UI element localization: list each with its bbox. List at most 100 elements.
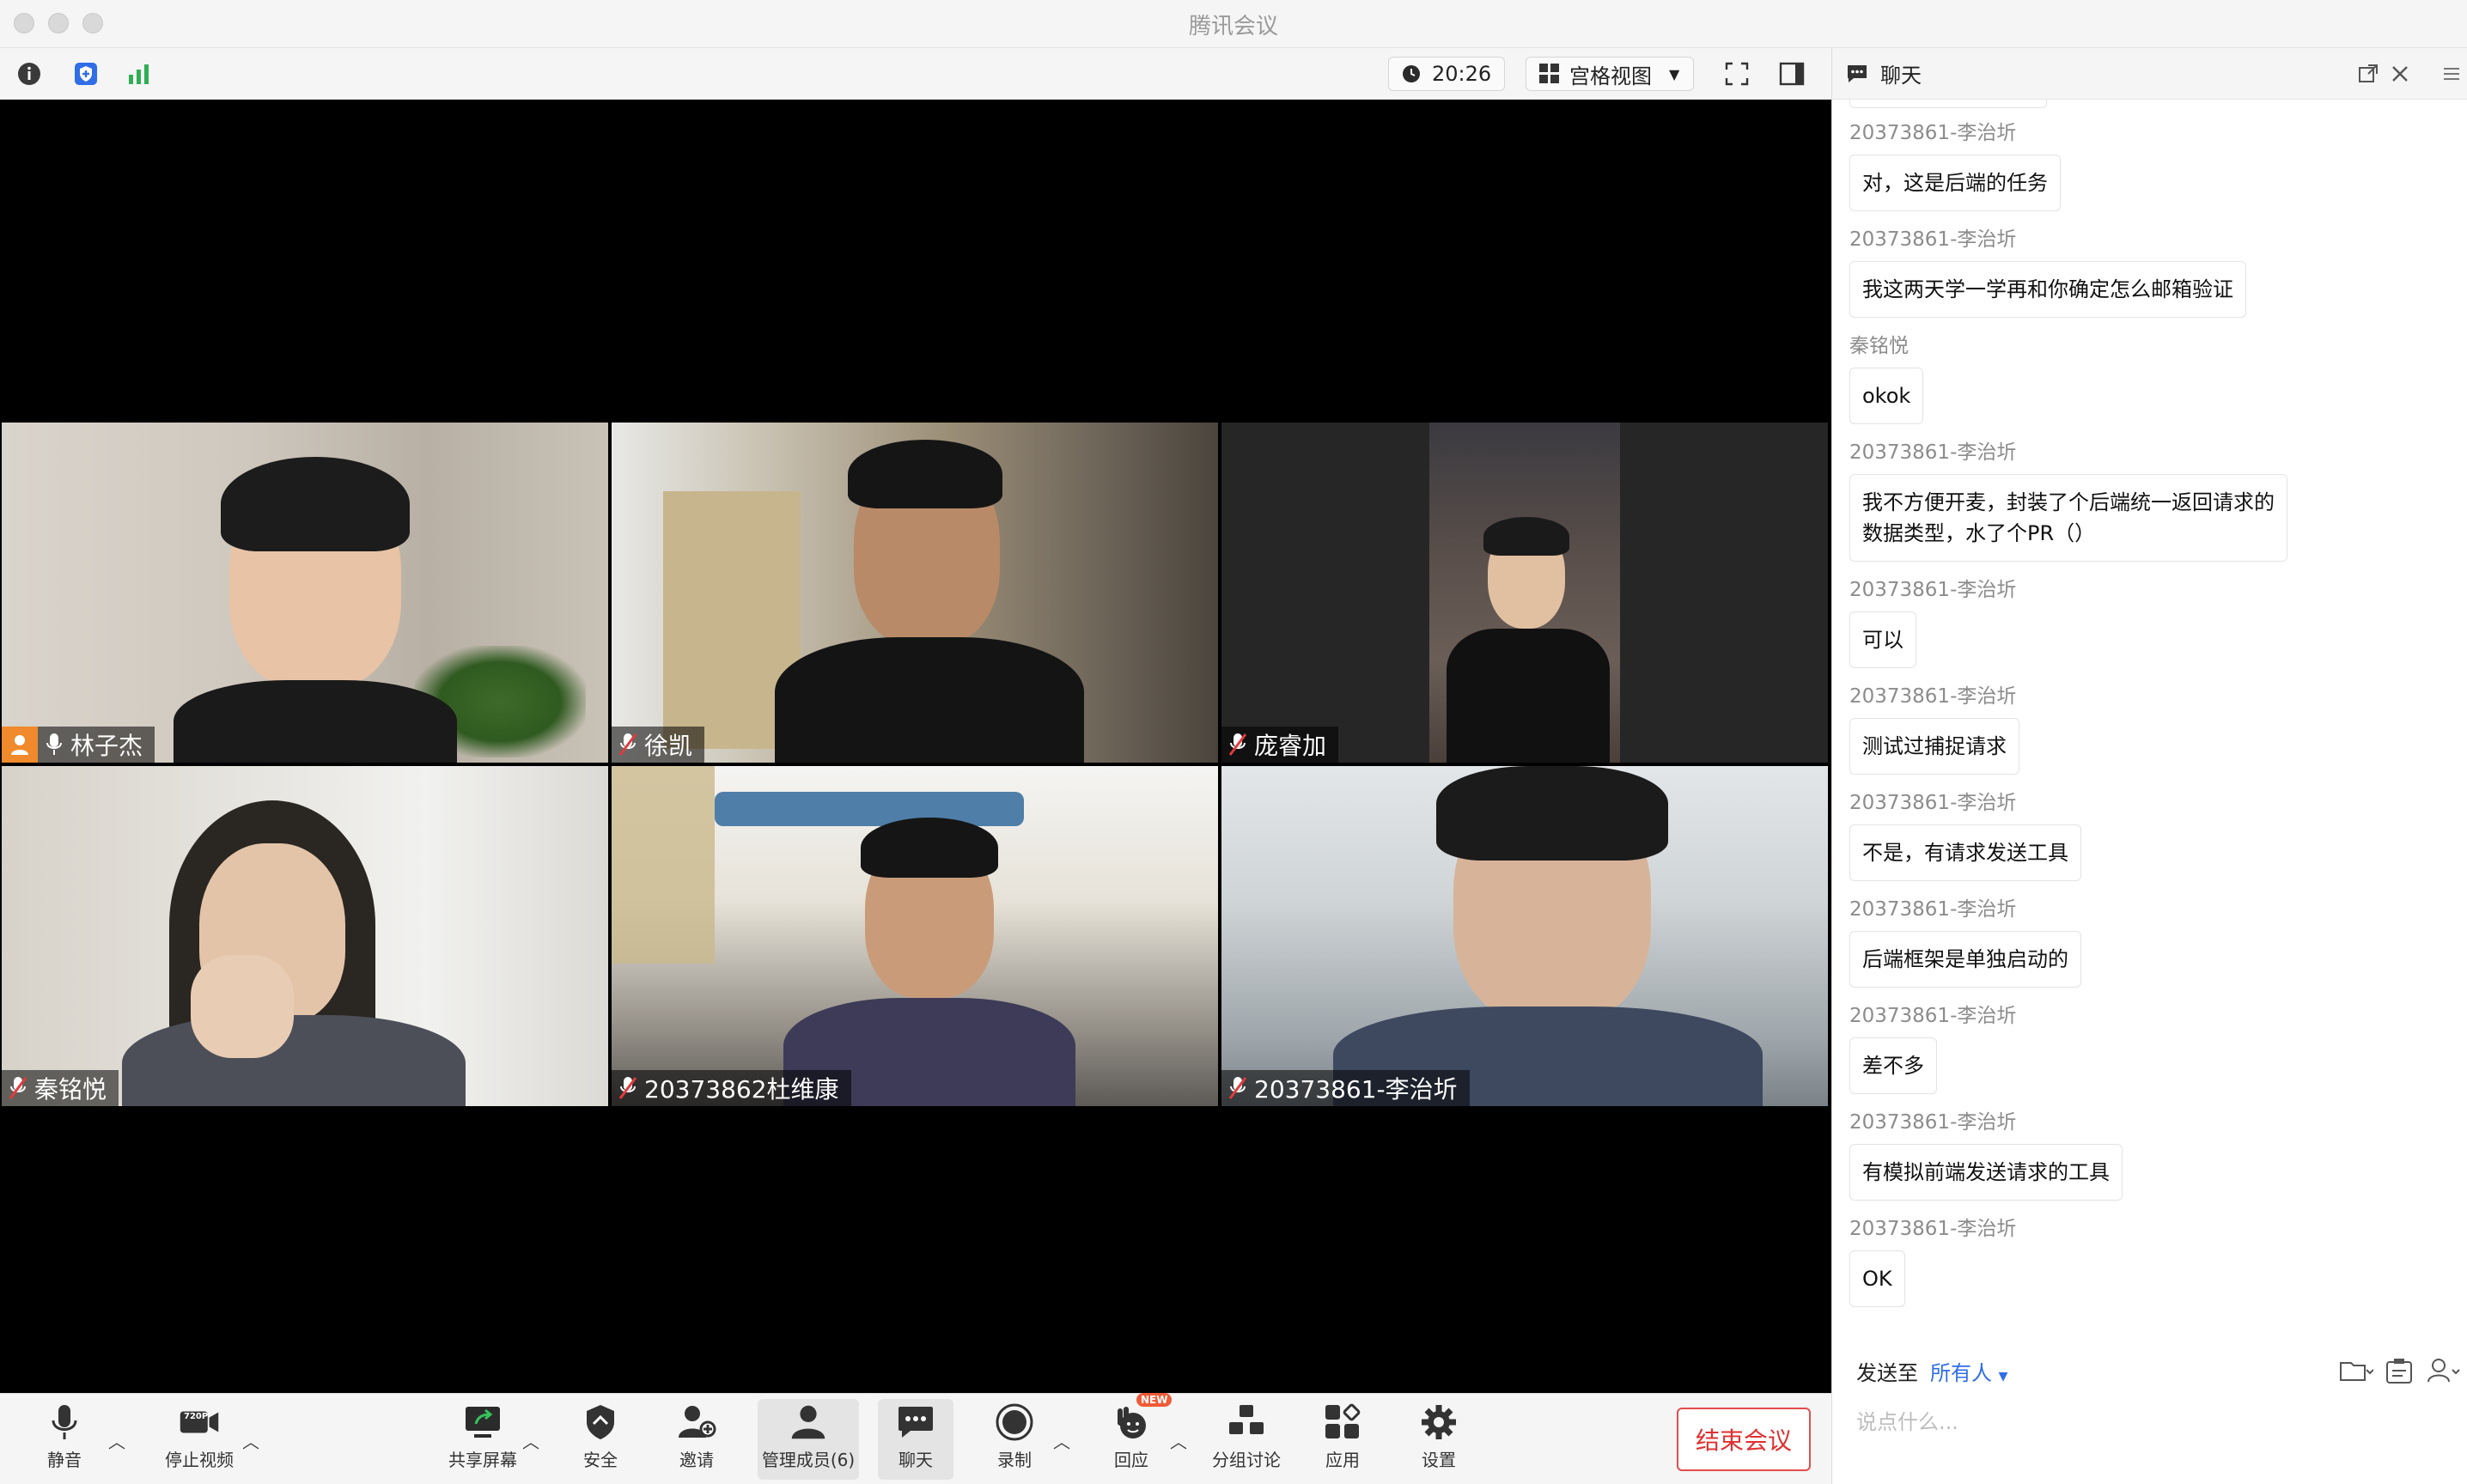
meeting-timer[interactable]: 20:26	[1388, 57, 1505, 91]
chevron-down-icon: ▼	[1998, 1369, 2008, 1384]
video-tile-1[interactable]: 林子杰	[2, 423, 608, 763]
chat-message: 20373861-李治圻 测试过捕捉请求	[1849, 682, 2467, 775]
chat-message: 20373861-李治圻 差不多	[1849, 1001, 2467, 1094]
window-title: 腾讯会议	[1188, 14, 1278, 40]
record-options-chevron-icon[interactable]: ︿	[1053, 1428, 1070, 1453]
chat-message: 秦铭悦 okok	[1849, 331, 2467, 424]
sidebar-icon[interactable]	[1776, 59, 1807, 88]
chat-message: 20373861-李治圻 我不方便开麦，封装了个后端统一返回请求的数据类型，水了…	[1849, 438, 2467, 562]
apps-label: 应用	[1325, 1450, 1360, 1470]
message-bubble: 不是，有请求发送工具	[1849, 824, 2081, 881]
message-bubble: OK	[1849, 1250, 1905, 1307]
signal-icon[interactable]	[124, 59, 155, 88]
settings-button[interactable]: 设置	[1409, 1399, 1469, 1480]
participant-name: 20373861-李治圻	[1254, 1075, 1458, 1104]
user-permission-icon[interactable]	[2427, 1358, 2461, 1384]
settings-label: 设置	[1422, 1450, 1456, 1470]
chat-message: 20373861-李治圻 可以	[1849, 575, 2467, 668]
message-bubble: 后端框架是单独启动的	[1849, 931, 2081, 988]
mute-options-chevron-icon[interactable]: ︿	[108, 1428, 125, 1453]
participant-name: 徐凯	[644, 732, 693, 760]
chat-message: 20373861-李治圻 不是，有请求发送工具	[1849, 788, 2467, 881]
share-screen-label: 共享屏幕	[448, 1450, 517, 1470]
grid-icon	[1539, 64, 1559, 83]
reaction-hand-icon	[1118, 1407, 1146, 1438]
send-to-select[interactable]: 所有人 ▼	[1930, 1356, 2007, 1386]
message-bubble: okok	[1849, 368, 1924, 424]
send-to-value: 所有人	[1930, 1360, 1992, 1385]
message-bubble: 可以	[1849, 611, 1916, 668]
video-options-chevron-icon[interactable]: ︿	[242, 1428, 259, 1453]
mute-label: 静音	[47, 1450, 82, 1470]
announcement-icon[interactable]	[2385, 1357, 2415, 1384]
video-tile-3[interactable]: 庞睿加	[1221, 423, 1828, 763]
video-tile-6[interactable]: 20373861-李治圻	[1221, 766, 1828, 1106]
security-button[interactable]: 安全	[570, 1399, 630, 1480]
manage-members-button[interactable]: 管理成员(6)	[758, 1399, 859, 1480]
chat-bubble-icon	[898, 1407, 933, 1438]
apps-button[interactable]: 应用	[1313, 1399, 1373, 1480]
chat-message-list[interactable]: 20373861-李治圻 对，这是后端的任务 20373861-李治圻 我这两天…	[1832, 100, 2467, 1341]
participant-name-tag: 20373862杜维康	[612, 1070, 851, 1106]
chat-title: 聊天	[1880, 64, 1922, 88]
end-meeting-button[interactable]: 结束会议	[1677, 1408, 1811, 1471]
breakout-rooms-button[interactable]: 分组讨论	[1208, 1399, 1285, 1480]
fullscreen-icon[interactable]	[1721, 59, 1752, 88]
message-bubble: 对，这是后端的任务	[1849, 155, 2061, 211]
participant-name-tag: 林子杰	[2, 727, 155, 763]
bottom-toolbar: 静音 ︿ 720P 停止视频 ︿ 共享屏幕 ︿ 安全 邀请 管理成员(6) 聊天…	[0, 1393, 1831, 1484]
microphone-muted-icon	[618, 733, 637, 756]
video-tile-5[interactable]: 20373862杜维康	[612, 766, 1218, 1106]
microphone-icon	[52, 1405, 77, 1439]
menu-icon[interactable]	[2442, 65, 2461, 82]
popout-icon[interactable]	[2358, 64, 2379, 84]
microphone-muted-icon	[618, 1077, 637, 1099]
participant-name: 庞睿加	[1254, 732, 1327, 760]
message-sender: 20373861-李治圻	[1849, 685, 2017, 708]
video-grid: 林子杰 徐凯 庞睿加 秦铭悦 20373862杜维康 20373861-李治圻	[0, 100, 1831, 1393]
participant-name-tag: 秦铭悦	[2, 1070, 119, 1106]
message-sender: 20373861-李治圻	[1849, 1005, 2017, 1027]
record-button[interactable]: 录制	[984, 1399, 1045, 1480]
message-sender: 20373861-李治圻	[1849, 579, 2017, 601]
message-bubble: 有模拟前端发送请求的工具	[1849, 1144, 2123, 1201]
share-screen-button[interactable]: 共享屏幕	[443, 1399, 522, 1480]
video-tile-4[interactable]: 秦铭悦	[2, 766, 608, 1106]
manage-members-label: 管理成员(6)	[761, 1450, 856, 1470]
video-tile-2[interactable]: 徐凯	[612, 423, 1218, 763]
chat-message: 20373861-李治圻 有模拟前端发送请求的工具	[1849, 1108, 2467, 1201]
chat-message: 20373861-李治圻 对，这是后端的任务	[1849, 119, 2467, 211]
chat-message-input[interactable]	[1856, 1396, 2440, 1448]
chat-button[interactable]: 聊天	[878, 1399, 953, 1480]
message-sender: 20373861-李治圻	[1849, 1111, 2017, 1134]
security-label: 安全	[583, 1450, 618, 1470]
stop-video-button[interactable]: 720P 停止视频	[155, 1399, 244, 1480]
info-icon[interactable]	[14, 59, 45, 88]
invite-button[interactable]: 邀请	[667, 1399, 727, 1480]
file-folder-icon[interactable]	[2339, 1358, 2373, 1384]
view-mode-select[interactable]: 宫格视图 ▼	[1526, 57, 1694, 91]
shield-icon[interactable]	[70, 59, 101, 88]
security-shield-icon	[587, 1405, 614, 1439]
stop-video-label: 停止视频	[165, 1450, 234, 1470]
message-sender: 20373861-李治圻	[1849, 1218, 2017, 1240]
react-label: 回应	[1114, 1450, 1148, 1470]
breakout-rooms-label: 分组讨论	[1212, 1450, 1281, 1470]
host-icon	[2, 727, 38, 763]
send-to-row: 发送至 所有人 ▼	[1832, 1345, 2467, 1396]
mute-button[interactable]: 静音	[34, 1399, 94, 1480]
react-button[interactable]: NEW 回应	[1101, 1393, 1173, 1480]
message-bubble: 我不方便开麦，封装了个后端统一返回请求的数据类型，水了个PR（）	[1849, 474, 2287, 562]
new-badge: NEW	[1136, 1393, 1173, 1407]
participant-name-tag: 徐凯	[612, 727, 705, 763]
message-bubble: 差不多	[1849, 1037, 1937, 1094]
chat-panel: 聊天 20373861-李治圻 对，这是后端的任务 20373861-李治圻 我…	[1831, 48, 2467, 1484]
timer-text: 20:26	[1432, 62, 1492, 86]
share-options-chevron-icon[interactable]: ︿	[522, 1428, 539, 1453]
breakout-icon	[1229, 1405, 1264, 1434]
clock-icon	[1403, 65, 1420, 82]
chat-header: 聊天	[1832, 48, 2467, 100]
close-icon[interactable]	[2391, 64, 2409, 83]
chat-message: 20373861-李治圻 后端框架是单独启动的	[1849, 895, 2467, 988]
react-options-chevron-icon[interactable]: ︿	[1170, 1428, 1187, 1453]
